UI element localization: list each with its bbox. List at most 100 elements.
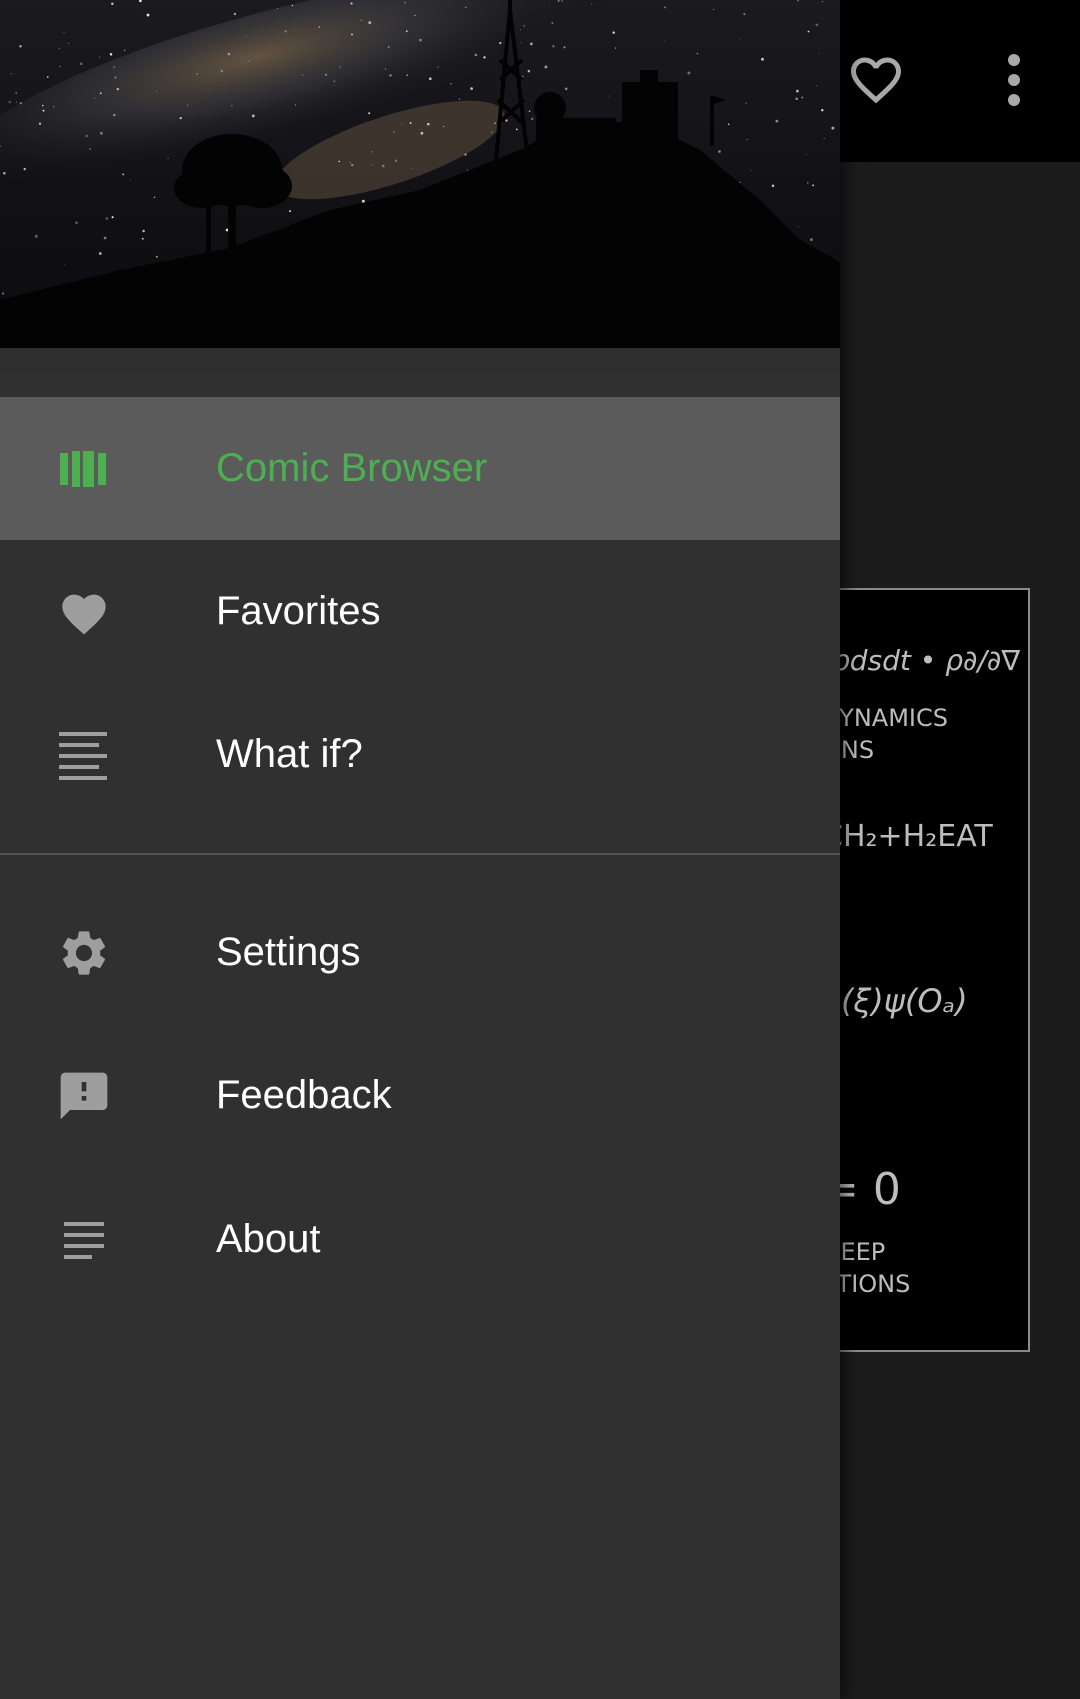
- favorite-button[interactable]: [836, 40, 916, 120]
- header-star: [557, 0, 560, 2]
- overflow-menu-button[interactable]: [974, 40, 1054, 120]
- header-star: [795, 97, 798, 100]
- header-star: [801, 96, 804, 99]
- gear-icon: [54, 923, 114, 983]
- header-star: [350, 33, 354, 36]
- header-star: [251, 114, 255, 118]
- header-star: [419, 38, 422, 42]
- header-star: [368, 112, 371, 115]
- header-star: [34, 234, 38, 238]
- header-star: [2, 292, 5, 295]
- header-star: [53, 106, 55, 108]
- header-star: [333, 80, 336, 83]
- header-star: [394, 159, 398, 162]
- comic-panel[interactable]: ρdsdt • ρ∂/∂∇ DYNAMICS ONS CH₂+H₂EAT λ(ξ…: [820, 588, 1030, 1352]
- header-star: [389, 74, 392, 77]
- heart-icon: [54, 582, 114, 642]
- header-star: [325, 74, 327, 76]
- header-star: [409, 122, 412, 124]
- header-star: [809, 238, 813, 242]
- header-star: [288, 210, 292, 213]
- header-star: [414, 14, 416, 17]
- header-star: [68, 42, 70, 44]
- header-star: [19, 45, 22, 48]
- header-star: [544, 65, 548, 69]
- header-star: [528, 110, 531, 112]
- header-star: [19, 102, 22, 105]
- app-screen: ρdsdt • ρ∂/∂∇ DYNAMICS ONS CH₂+H₂EAT λ(ξ…: [0, 0, 1080, 1699]
- header-star: [519, 42, 521, 44]
- comic-text-5: λ(ξ)ψ(Oₐ): [822, 982, 968, 1020]
- header-star: [116, 87, 119, 91]
- header-star: [111, 216, 114, 219]
- header-star: [411, 167, 413, 169]
- nav-item-about[interactable]: About: [0, 1168, 840, 1311]
- header-star: [552, 45, 555, 48]
- header-star: [499, 41, 502, 45]
- header-star: [114, 76, 117, 79]
- nav-item-feedback[interactable]: Feedback: [0, 1024, 840, 1167]
- feedback-icon: [54, 1066, 114, 1126]
- header-star: [142, 229, 145, 233]
- header-star: [381, 164, 385, 168]
- header-star: [338, 160, 341, 163]
- header-star: [612, 31, 615, 34]
- header-star: [387, 46, 390, 48]
- nav-item-settings[interactable]: Settings: [0, 881, 840, 1024]
- header-star: [42, 109, 45, 112]
- header-star: [807, 182, 809, 184]
- header-star: [58, 47, 60, 49]
- header-star: [718, 150, 721, 153]
- header-star: [466, 169, 468, 171]
- header-star: [361, 199, 365, 203]
- nav-item-favorites[interactable]: Favorites: [0, 540, 840, 683]
- header-star: [483, 56, 486, 59]
- header-star: [816, 85, 818, 87]
- nav-item-what-if[interactable]: What if?: [0, 683, 840, 826]
- header-star: [521, 75, 524, 78]
- header-star: [527, 69, 531, 73]
- nav-item-label: Favorites: [216, 589, 381, 633]
- comic-text-1: ρdsdt • ρ∂/∂∇: [832, 644, 1020, 677]
- comic-text-4: CH₂+H₂EAT: [822, 819, 993, 854]
- header-star: [122, 173, 125, 176]
- header-star: [8, 100, 11, 104]
- header-star: [746, 138, 749, 141]
- header-star: [739, 38, 741, 40]
- header-star: [713, 8, 715, 10]
- subject-icon: [54, 1210, 114, 1270]
- header-star: [245, 36, 247, 38]
- header-star: [687, 71, 691, 75]
- header-star: [368, 21, 372, 25]
- header-star: [591, 3, 593, 5]
- header-star: [805, 153, 807, 155]
- header-star: [775, 119, 779, 123]
- header-star: [103, 236, 107, 240]
- header-star: [318, 26, 321, 29]
- header-star: [10, 73, 12, 75]
- header-star: [339, 66, 341, 68]
- navigation-drawer: Comic Browser Favorites What if? Setting…: [0, 0, 840, 1699]
- header-star: [186, 104, 189, 106]
- header-star: [420, 131, 424, 135]
- header-star: [727, 123, 730, 126]
- nav-item-label: Comic Browser: [216, 446, 488, 490]
- more-vert-icon: [1008, 54, 1020, 106]
- header-star: [333, 84, 335, 86]
- header-star: [111, 2, 114, 6]
- header-star: [284, 30, 287, 33]
- header-star: [15, 101, 17, 103]
- header-star: [301, 74, 304, 76]
- header-star: [523, 25, 526, 27]
- header-star: [464, 153, 467, 156]
- header-star: [141, 10, 143, 12]
- header-star: [23, 167, 26, 171]
- header-star: [491, 131, 493, 133]
- header-star: [156, 90, 157, 92]
- header-star: [227, 52, 231, 56]
- nav-item-comic-browser[interactable]: Comic Browser: [0, 397, 840, 540]
- header-star: [401, 123, 402, 125]
- header-star: [196, 73, 198, 75]
- header-star: [351, 163, 354, 167]
- header-star: [797, 226, 799, 228]
